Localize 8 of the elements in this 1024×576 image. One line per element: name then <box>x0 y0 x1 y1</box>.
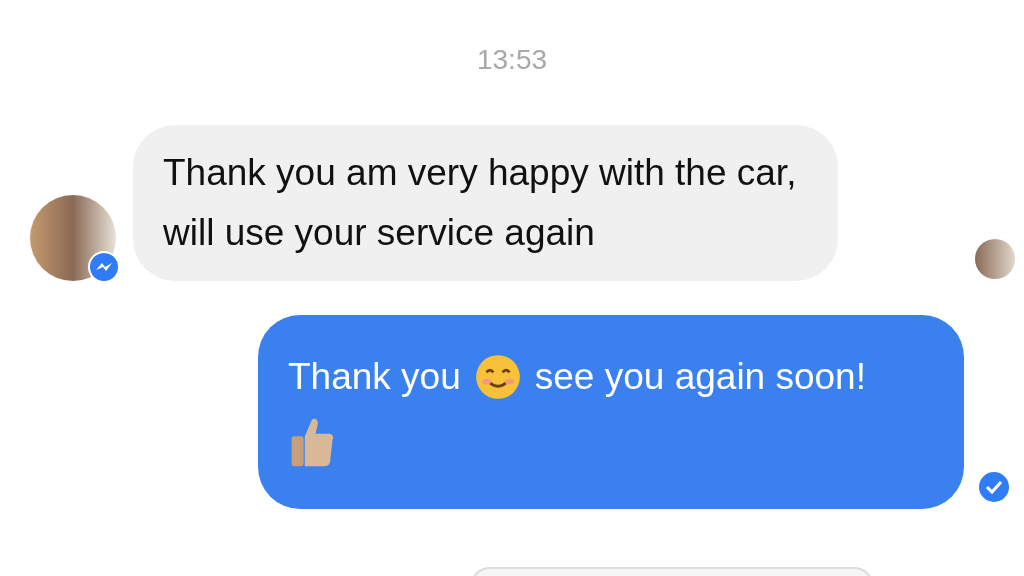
messenger-badge-icon <box>88 251 120 283</box>
read-check-icon <box>978 471 1010 503</box>
message-text: see you again soon! <box>534 355 866 399</box>
message-text: Thank you <box>288 355 461 399</box>
incoming-message: Thank you am very happy with the car, will use your service again <box>133 125 838 281</box>
seen-avatar-placeholder <box>975 239 1015 279</box>
smiling-face-icon <box>474 354 521 400</box>
timestamp: 13:53 <box>475 43 549 77</box>
